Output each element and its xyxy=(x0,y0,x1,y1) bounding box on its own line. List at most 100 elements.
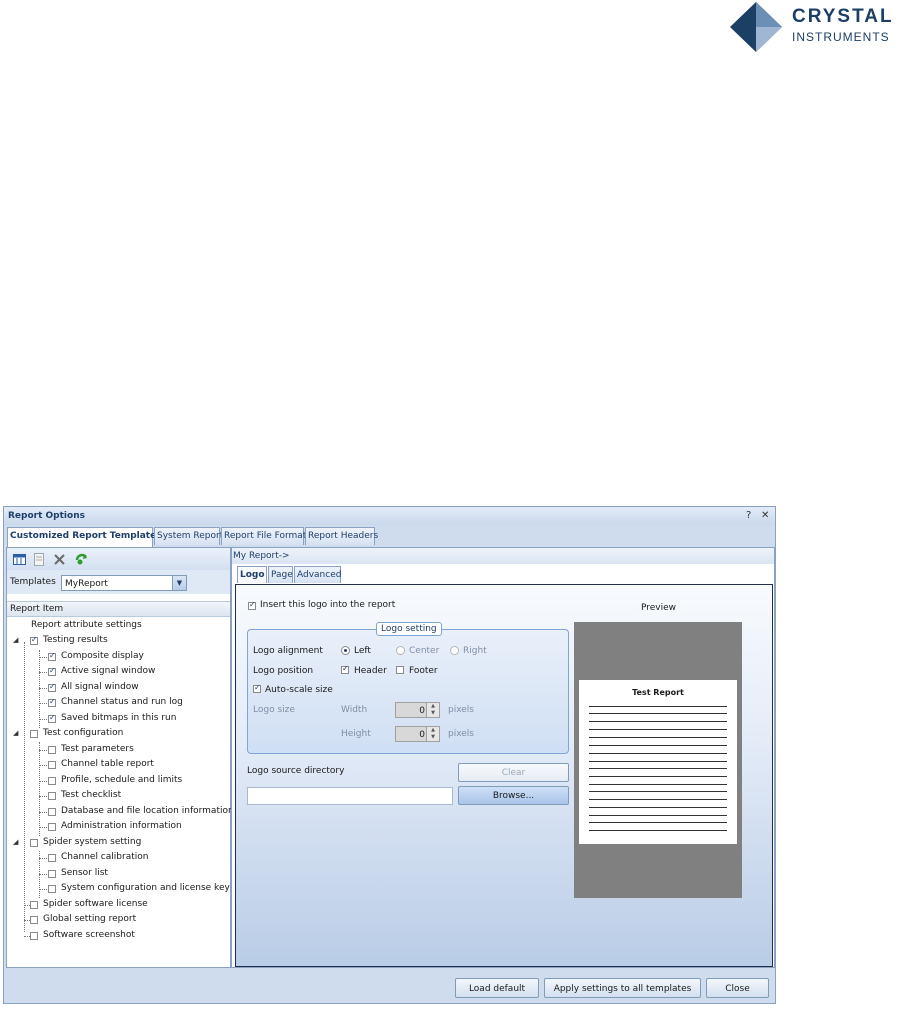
tree-item-report-attribute-settings[interactable]: Report attribute settings xyxy=(31,620,226,634)
checkbox[interactable] xyxy=(48,761,56,769)
help-button[interactable]: ? xyxy=(746,510,751,521)
align-center-radio[interactable] xyxy=(396,646,405,655)
spinner-arrows-icon[interactable]: ▲ ▼ xyxy=(426,703,439,717)
tree-item-administration-info[interactable]: Administration information xyxy=(39,821,229,835)
tab-advanced[interactable]: Advanced xyxy=(294,566,341,583)
tree-item-spider-system-setting[interactable]: ◢ Spider system setting xyxy=(13,837,223,851)
tree-item-sensor-list[interactable]: Sensor list xyxy=(39,868,229,882)
checkbox[interactable] xyxy=(48,697,56,707)
position-header-checkbox[interactable] xyxy=(341,664,349,674)
auto-scale-label: Auto-scale size xyxy=(265,685,333,695)
tree-item-system-configuration[interactable]: System configuration and license key xyxy=(39,883,230,897)
checkbox[interactable] xyxy=(48,792,56,800)
height-spinner[interactable]: 0 ▲ ▼ xyxy=(395,726,440,742)
tree-item-channel-table-report[interactable]: Channel table report xyxy=(39,759,229,773)
templates-row: Templates MyReport ▼ xyxy=(7,570,230,594)
clear-button[interactable]: Clear xyxy=(458,763,569,782)
checkbox[interactable] xyxy=(30,901,38,909)
tree-label: Profile, schedule and limits xyxy=(61,775,183,785)
tab-customized-report-template[interactable]: Customized Report Template xyxy=(7,527,156,547)
breadcrumb: My Report-> xyxy=(232,548,774,564)
tree-item-saved-bitmaps[interactable]: Saved bitmaps in this run xyxy=(39,713,229,727)
delete-template-icon[interactable] xyxy=(53,553,66,566)
tree-item-global-setting-report[interactable]: Global setting report xyxy=(13,914,223,928)
checkbox[interactable] xyxy=(30,839,38,847)
collapse-icon[interactable]: ◢ xyxy=(13,838,18,846)
settings-tabs: Logo Page Advanced xyxy=(235,566,765,584)
tab-report-file-format[interactable]: Report File Format xyxy=(221,527,306,545)
templates-label: Templates xyxy=(10,577,56,587)
align-left-radio[interactable] xyxy=(341,646,350,655)
tree-item-test-parameters[interactable]: Test parameters xyxy=(39,744,229,758)
position-footer-checkbox[interactable] xyxy=(396,666,404,674)
height-label: Height xyxy=(341,729,371,739)
edit-template-icon[interactable] xyxy=(33,553,46,566)
checkbox[interactable] xyxy=(48,808,56,816)
checkbox[interactable] xyxy=(48,870,56,878)
tree-item-database-info[interactable]: Database and file location information xyxy=(39,806,234,820)
apply-all-templates-button[interactable]: Apply settings to all templates xyxy=(544,978,701,998)
tree-item-composite-display[interactable]: Composite display xyxy=(39,651,229,665)
checkbox[interactable] xyxy=(48,651,56,661)
tree-item-software-screenshot[interactable]: Software screenshot xyxy=(13,930,223,944)
collapse-icon[interactable]: ◢ xyxy=(13,636,18,644)
tab-logo[interactable]: Logo xyxy=(237,566,267,583)
checkbox[interactable] xyxy=(30,635,38,645)
tree-label: Channel calibration xyxy=(61,852,149,862)
template-toolbar xyxy=(7,548,230,570)
tree-label: Database and file location information xyxy=(61,806,234,816)
templates-select[interactable]: MyReport ▼ xyxy=(61,575,187,591)
breadcrumb-text: My Report-> xyxy=(233,551,290,561)
chevron-down-icon[interactable]: ▼ xyxy=(172,576,186,590)
tree-label: Administration information xyxy=(61,821,182,831)
crystal-instruments-logo: CRYSTAL INSTRUMENTS xyxy=(728,0,904,56)
tree-item-test-configuration[interactable]: ◢ Test configuration xyxy=(13,728,223,742)
tab-system-report[interactable]: System Report xyxy=(154,527,223,545)
tree-item-channel-calibration[interactable]: Channel calibration xyxy=(39,852,229,866)
new-template-icon[interactable] xyxy=(13,553,26,566)
tree-item-spider-software-license[interactable]: Spider software license xyxy=(13,899,223,913)
template-settings-pane: My Report-> Logo Page Advanced Insert th… xyxy=(231,547,775,968)
checkbox[interactable] xyxy=(30,916,38,924)
spinner-arrows-icon[interactable]: ▲ ▼ xyxy=(426,727,439,741)
checkbox[interactable] xyxy=(48,777,56,785)
tab-page[interactable]: Page xyxy=(268,566,293,583)
tree-label: Composite display xyxy=(61,651,144,661)
insert-logo-label: Insert this logo into the report xyxy=(260,600,396,610)
logo-source-input[interactable] xyxy=(247,787,453,805)
tree-label: Test parameters xyxy=(61,744,134,754)
checkbox[interactable] xyxy=(48,746,56,754)
tab-report-headers[interactable]: Report Headers xyxy=(305,527,378,545)
tree-label: Report attribute settings xyxy=(31,620,142,630)
logo-source-label: Logo source directory xyxy=(247,766,345,776)
auto-scale-checkbox[interactable] xyxy=(253,683,261,693)
report-item-header: Report Item xyxy=(7,601,230,617)
checkbox[interactable] xyxy=(48,885,56,893)
tree-item-profile-schedule[interactable]: Profile, schedule and limits xyxy=(39,775,229,789)
close-button[interactable]: Close xyxy=(706,978,769,998)
checkbox[interactable] xyxy=(48,713,56,723)
refresh-template-icon[interactable] xyxy=(75,553,88,566)
load-default-button[interactable]: Load default xyxy=(455,978,539,998)
checkbox[interactable] xyxy=(48,854,56,862)
checkbox[interactable] xyxy=(48,823,56,831)
checkbox[interactable] xyxy=(30,932,38,940)
tree-item-active-signal-window[interactable]: Active signal window xyxy=(39,666,229,680)
align-right-label: Right xyxy=(463,646,487,656)
tree-item-all-signal-window[interactable]: All signal window xyxy=(39,682,229,696)
tree-item-channel-status[interactable]: Channel status and run log xyxy=(39,697,229,711)
browse-button[interactable]: Browse... xyxy=(458,786,569,805)
logo-size-label: Logo size xyxy=(253,705,295,715)
close-icon[interactable]: ✕ xyxy=(761,510,769,521)
checkbox[interactable] xyxy=(48,666,56,676)
tree-label: Test checklist xyxy=(61,790,122,800)
align-right-radio[interactable] xyxy=(450,646,459,655)
checkbox[interactable] xyxy=(48,682,56,692)
insert-logo-checkbox[interactable] xyxy=(248,600,256,610)
tree-item-testing-results[interactable]: ◢ Testing results xyxy=(13,635,223,649)
width-spinner[interactable]: 0 ▲ ▼ xyxy=(395,702,440,718)
tree-label: Channel status and run log xyxy=(61,697,183,707)
collapse-icon[interactable]: ◢ xyxy=(13,729,18,737)
tree-item-test-checklist[interactable]: Test checklist xyxy=(39,790,229,804)
checkbox[interactable] xyxy=(30,730,38,738)
